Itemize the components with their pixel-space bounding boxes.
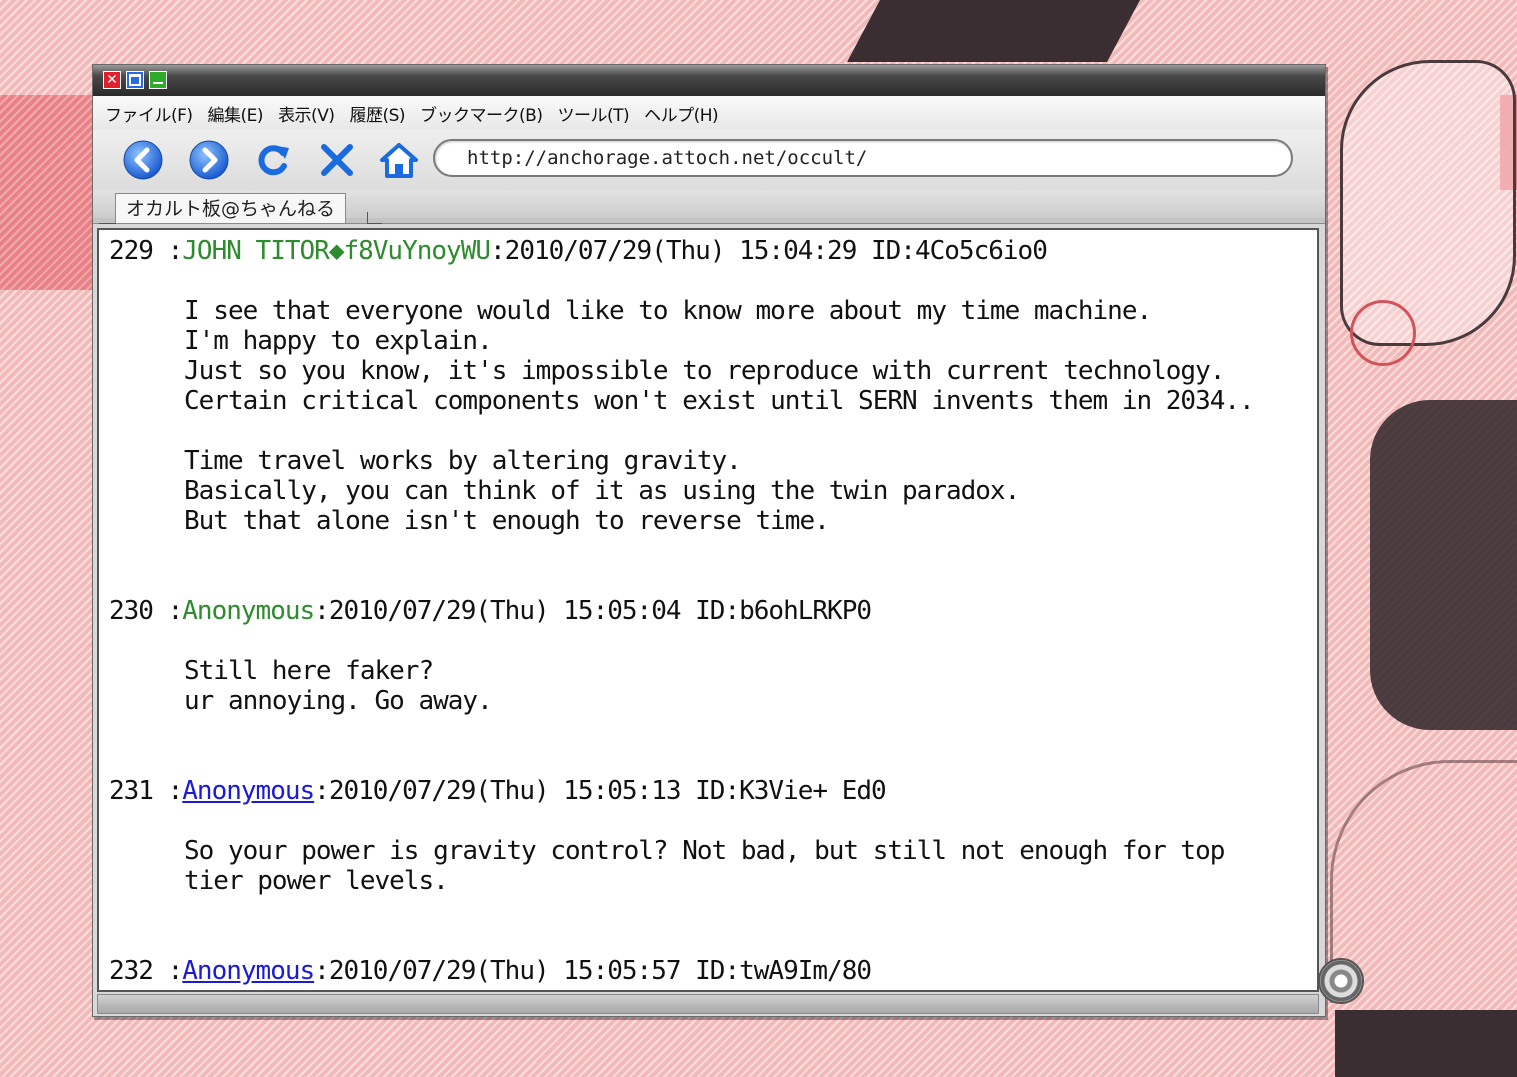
post-number: 232 <box>109 956 154 986</box>
menu-history[interactable]: 履歴(S) <box>349 101 405 126</box>
post-body: So your power is gravity control? Not ba… <box>184 836 1225 896</box>
background-decoration <box>847 0 1140 62</box>
navigation-toolbar: http://anchorage.attoch.net/occult/ <box>93 130 1325 190</box>
gear-icon[interactable] <box>1318 958 1364 1004</box>
background-decoration <box>1340 60 1516 346</box>
page-content: 229 :JOHN TITOR◆f8VuYnoyWU:2010/07/29(Th… <box>97 228 1319 992</box>
menu-help[interactable]: ヘルプ(H) <box>644 101 719 126</box>
poster-name: JOHN TITOR◆f8VuYnoyWU <box>182 236 491 266</box>
menu-bar: ファイル(F) 編集(E) 表示(V) 履歴(S) ブックマーク(B) ツール(… <box>93 96 1325 130</box>
menu-bookmarks[interactable]: ブックマーク(B) <box>420 101 543 126</box>
background-decoration <box>1350 300 1416 366</box>
post-232: 232 :Anonymous:2010/07/29(Thu) 15:05:57 … <box>109 956 872 986</box>
browser-window: ✕ ファイル(F) 編集(E) 表示(V) 履歴(S) ブックマーク(B) ツー… <box>92 64 1326 1017</box>
menu-file[interactable]: ファイル(F) <box>105 101 193 126</box>
tab-occult-board[interactable]: オカルト板@ちゃんねる <box>115 193 347 223</box>
minimize-icon[interactable] <box>149 71 167 89</box>
background-decoration <box>1335 1010 1517 1077</box>
background-decoration <box>0 95 95 290</box>
post-separator: : <box>152 776 184 806</box>
tab-edge <box>99 212 116 224</box>
home-icon[interactable] <box>379 140 419 180</box>
post-separator: : <box>152 596 184 626</box>
post-number: 229 <box>109 236 154 266</box>
post-meta: :2010/07/29(Thu) 15:05:13 ID:K3Vie+ Ed0 <box>314 776 886 806</box>
post-meta: :2010/07/29(Thu) 15:04:29 ID:4Co5c6io0 <box>490 236 1048 266</box>
post-header: 232 :Anonymous:2010/07/29(Thu) 15:05:57 … <box>109 956 872 986</box>
address-bar[interactable]: http://anchorage.attoch.net/occult/ <box>433 139 1293 177</box>
post-meta: :2010/07/29(Thu) 15:05:57 ID:twA9Im/80 <box>314 956 872 986</box>
tab-edge <box>367 212 382 224</box>
menu-tools[interactable]: ツール(T) <box>557 101 629 126</box>
post-229: 229 :JOHN TITOR◆f8VuYnoyWU:2010/07/29(Th… <box>109 236 1255 536</box>
stop-icon[interactable] <box>317 140 357 180</box>
status-bar <box>97 994 1319 1014</box>
menu-edit[interactable]: 編集(E) <box>208 101 264 126</box>
post-230: 230 :Anonymous:2010/07/29(Thu) 15:05:04 … <box>109 596 872 716</box>
post-header: 229 :JOHN TITOR◆f8VuYnoyWU:2010/07/29(Th… <box>109 236 1254 266</box>
post-body: Still here faker? ur annoying. Go away. <box>184 656 493 716</box>
post-body: I see that everyone would like to know m… <box>184 296 1255 536</box>
poster-name-link[interactable]: Anonymous <box>182 956 315 986</box>
poster-name-link[interactable]: Anonymous <box>182 776 315 806</box>
background-decoration <box>1370 400 1517 730</box>
back-arrow-icon[interactable] <box>123 140 163 180</box>
tab-bar: オカルト板@ちゃんねる <box>93 190 1325 224</box>
menu-view[interactable]: 表示(V) <box>278 101 335 126</box>
close-icon[interactable]: ✕ <box>103 71 121 89</box>
post-number: 230 <box>109 596 154 626</box>
reload-icon[interactable] <box>253 140 293 180</box>
post-header: 231 :Anonymous:2010/07/29(Thu) 15:05:13 … <box>109 776 1224 806</box>
background-decoration <box>1500 95 1517 190</box>
post-number: 231 <box>109 776 154 806</box>
post-meta: :2010/07/29(Thu) 15:05:04 ID:b6ohLRKP0 <box>314 596 872 626</box>
poster-name: Anonymous <box>182 596 315 626</box>
post-header: 230 :Anonymous:2010/07/29(Thu) 15:05:04 … <box>109 596 872 626</box>
forward-arrow-icon[interactable] <box>189 140 229 180</box>
maximize-icon[interactable] <box>126 71 144 89</box>
post-separator: : <box>152 956 184 986</box>
title-bar: ✕ <box>93 65 1325 96</box>
post-separator: : <box>152 236 184 266</box>
post-231: 231 :Anonymous:2010/07/29(Thu) 15:05:13 … <box>109 776 1225 896</box>
